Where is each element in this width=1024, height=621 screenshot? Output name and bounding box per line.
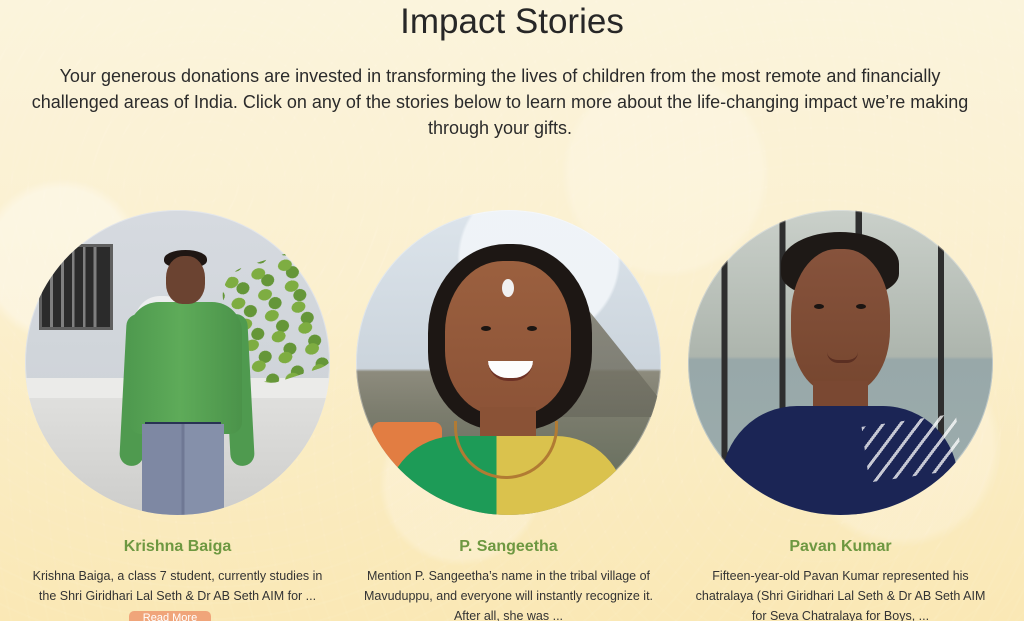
story-card-pavan-kumar[interactable]: Pavan Kumar Fifteen-year-old Pavan Kumar… <box>688 210 993 621</box>
story-name[interactable]: P. Sangeetha <box>356 535 661 559</box>
intro-text: Your generous donations are invested in … <box>31 66 969 138</box>
grey-pants-image <box>142 424 224 515</box>
green-shirt-image <box>129 302 242 434</box>
story-excerpt: Mention P. Sangeetha’s name in the triba… <box>363 569 654 621</box>
read-more-button[interactable]: Read More <box>129 611 211 621</box>
story-excerpt: Fifteen-year-old Pavan Kumar represented… <box>695 569 986 621</box>
boy-face-image <box>166 256 205 304</box>
right-eye-image <box>856 304 866 309</box>
story-card-p-sangeetha[interactable]: P. Sangeetha Mention P. Sangeetha’s name… <box>356 210 661 621</box>
window-grill-image <box>39 244 113 330</box>
story-excerpt: Krishna Baiga, a class 7 student, curren… <box>32 569 323 603</box>
boy-face-image <box>791 249 890 394</box>
left-eye-image <box>814 304 824 309</box>
impact-stories-page: Impact Stories Your generous donations a… <box>0 0 1024 621</box>
pavan-kumar-photo[interactable] <box>688 210 993 515</box>
right-eye-image <box>527 326 537 331</box>
krishna-baiga-photo[interactable] <box>25 210 330 515</box>
p-sangeetha-photo[interactable] <box>356 210 661 515</box>
story-card-krishna-baiga[interactable]: Krishna Baiga Krishna Baiga, a class 7 s… <box>25 210 330 621</box>
page-title: Impact Stories <box>400 2 624 41</box>
tilak-mark-image <box>502 279 514 297</box>
story-name[interactable]: Pavan Kumar <box>688 535 993 559</box>
story-name[interactable]: Krishna Baiga <box>25 535 330 559</box>
left-eye-image <box>481 326 491 331</box>
